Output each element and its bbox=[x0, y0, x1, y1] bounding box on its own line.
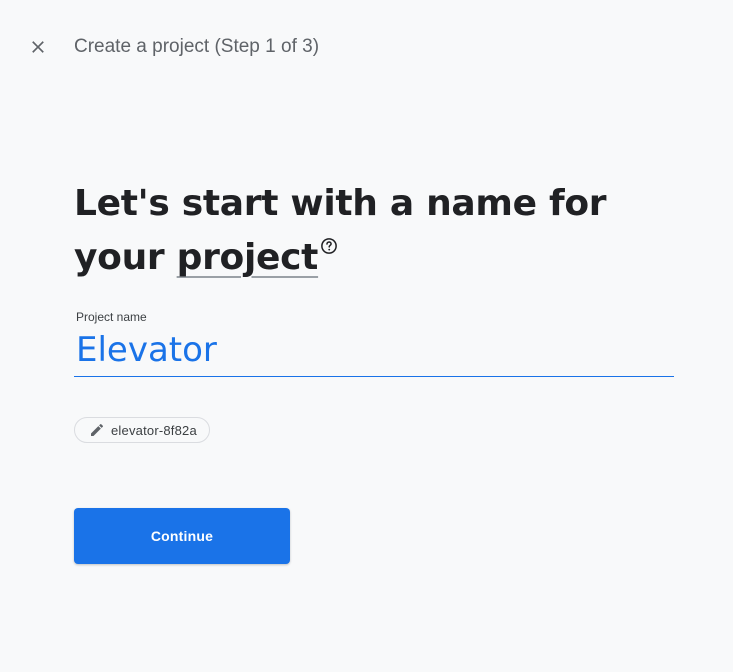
project-name-input[interactable] bbox=[74, 328, 674, 377]
continue-button[interactable]: Continue bbox=[74, 508, 290, 564]
project-id-text: elevator-8f82a bbox=[111, 422, 197, 438]
headline: Let's start with a name for your project bbox=[74, 177, 634, 285]
project-name-label: Project name bbox=[76, 310, 147, 324]
headline-line-1: Let's start with a name for bbox=[74, 183, 607, 224]
headline-line-2: your project bbox=[74, 231, 634, 285]
project-id-chip[interactable]: elevator-8f82a bbox=[74, 417, 210, 443]
close-button[interactable] bbox=[24, 33, 52, 61]
project-term-link[interactable]: project bbox=[177, 237, 319, 278]
create-project-page: Create a project (Step 1 of 3) Let's sta… bbox=[0, 0, 733, 672]
pencil-icon bbox=[91, 423, 104, 436]
help-circle-icon[interactable] bbox=[320, 237, 338, 255]
headline-prefix: your bbox=[74, 237, 177, 278]
project-name-field: Project name bbox=[74, 310, 674, 377]
page-title: Create a project (Step 1 of 3) bbox=[74, 36, 320, 57]
close-icon bbox=[32, 41, 44, 53]
